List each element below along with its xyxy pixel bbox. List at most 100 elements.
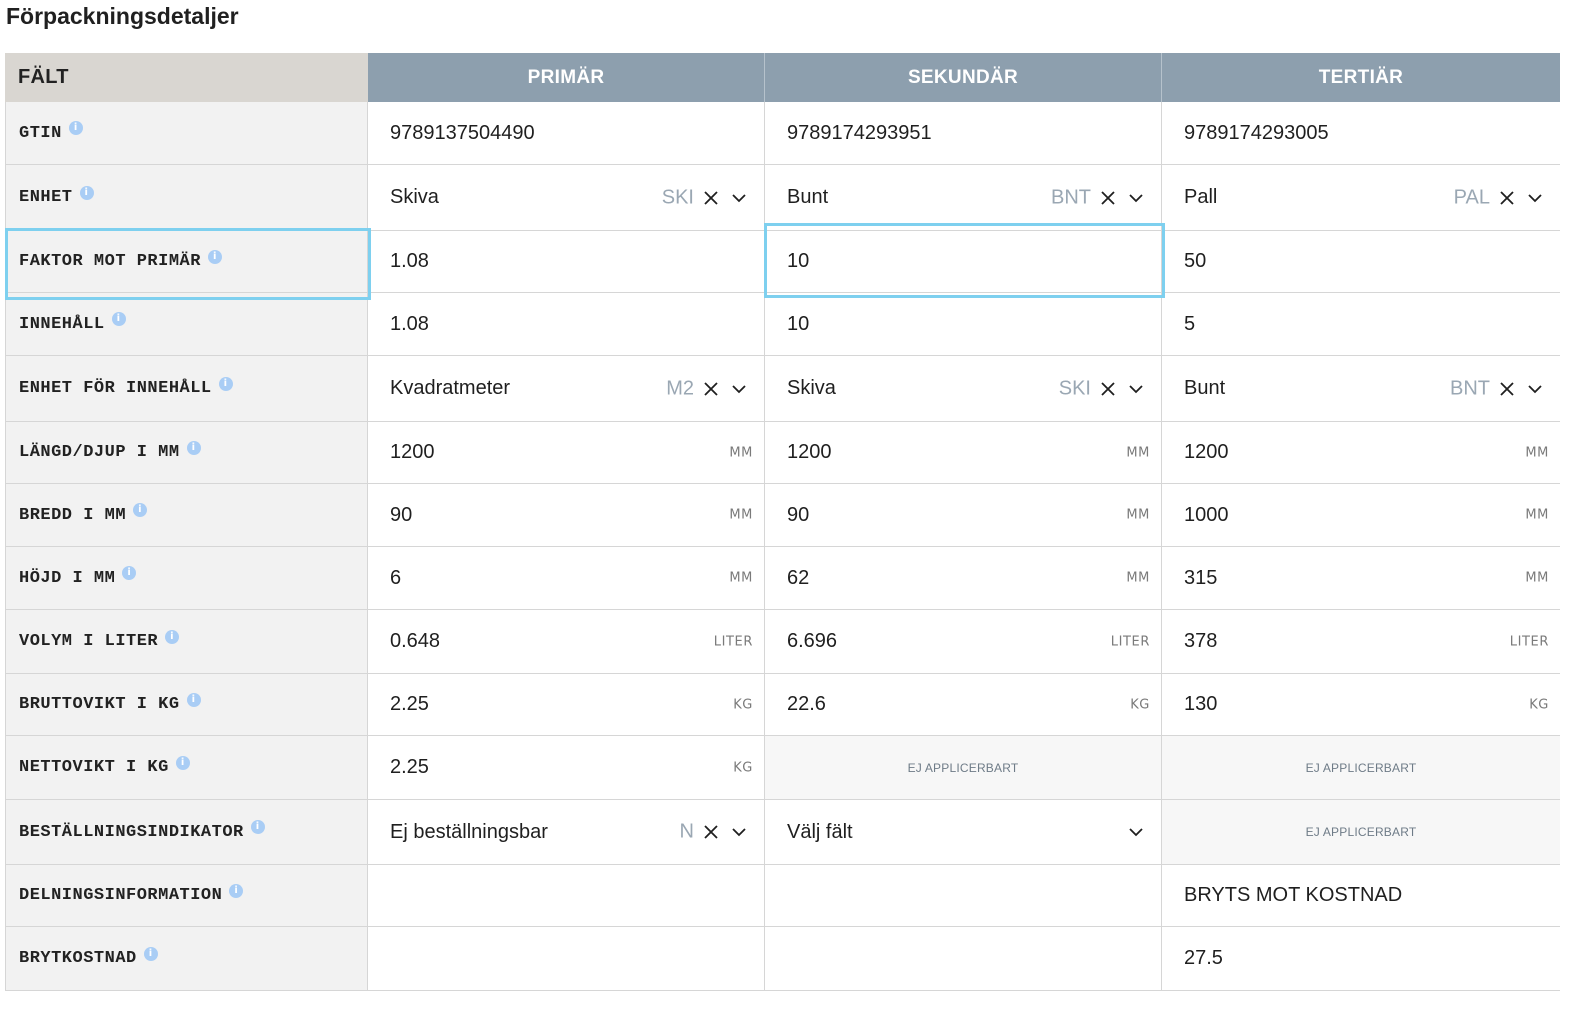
row-label: ENHET FÖR INNEHÅLL i [5,356,368,422]
cell-tertiary: EJ APPLICERBART [1162,736,1560,800]
cell-secondary[interactable]: 90 MM [765,484,1162,547]
cell-primary[interactable]: Kvadratmeter M2 [368,356,765,422]
chevron-down-icon[interactable] [1527,190,1543,206]
unit-label: MM [1525,507,1549,523]
cell-primary[interactable]: 1200 MM [368,422,765,484]
select-value: Bunt [787,186,829,208]
select-code: SKI [1058,377,1091,399]
clear-icon[interactable] [703,381,719,397]
info-icon[interactable]: i [122,566,137,580]
cell-primary[interactable]: 9789137504490 [368,102,765,165]
unit-label: MM [1126,507,1150,523]
info-icon[interactable]: i [218,376,233,391]
input-value: 62 [787,566,810,589]
row-label: NETTOVIKT I KG i [5,736,368,800]
row-label-text: BRUTTOVIKT I KG [19,695,180,714]
cell-tertiary[interactable]: 130 KG [1162,674,1560,736]
input-value: 1.08 [390,312,429,335]
cell-secondary[interactable]: 22.6 KG [765,674,1162,736]
info-icon[interactable]: i [111,312,126,326]
clear-icon[interactable] [1499,381,1515,397]
row-label-text: ENHET [19,188,73,207]
row-label-text: ENHET FÖR INNEHÅLL [19,379,212,398]
cell-tertiary[interactable]: 27.5 [1162,927,1560,991]
cell-secondary[interactable]: 1200 MM [765,422,1162,484]
info-icon[interactable]: i [186,692,201,707]
clear-icon[interactable] [703,824,719,840]
cell-secondary[interactable]: Bunt BNT [765,165,1162,231]
row-label-text: DELNINGSINFORMATION [19,886,223,905]
clear-icon[interactable] [1100,190,1116,206]
chevron-down-icon[interactable] [731,381,747,397]
cell-secondary[interactable]: 9789174293951 [765,102,1162,165]
row-label: BRYTKOSTNAD i [5,927,368,991]
input-value: 1000 [1184,503,1229,526]
chevron-down-icon[interactable] [1128,824,1144,840]
cell-secondary[interactable]: 6.696 LITER [765,610,1162,674]
cell-primary[interactable]: 90 MM [368,484,765,547]
info-icon[interactable]: i [186,440,201,455]
cell-secondary[interactable]: 62 MM [765,547,1162,610]
info-icon[interactable]: i [175,755,190,770]
cell-tertiary[interactable]: BRYTS MOT KOSTNAD [1162,865,1560,927]
header-primary: PRIMÄR [368,53,765,102]
input-value: 9789174293005 [1184,121,1329,144]
cell-tertiary[interactable]: 378 LITER [1162,610,1560,674]
cell-primary[interactable]: Skiva SKI [368,165,765,231]
clear-icon[interactable] [703,190,719,206]
cell-primary[interactable]: 0.648 LITER [368,610,765,674]
chevron-down-icon[interactable] [1128,381,1144,397]
cell-tertiary[interactable]: Bunt BNT [1162,356,1560,422]
unit-label: KG [733,760,753,775]
info-icon[interactable]: i [133,503,148,517]
cell-secondary[interactable] [765,865,1162,927]
cell-primary[interactable]: Ej beställningsbar N [368,800,765,865]
row-label-text: BRYTKOSTNAD [19,949,137,968]
not-applicable-text: EJ APPLICERBART [1305,825,1417,839]
cell-secondary[interactable]: Välj fält [765,800,1162,865]
info-icon[interactable]: i [207,249,222,264]
clear-icon[interactable] [1100,381,1116,397]
cell-primary[interactable]: 2.25 KG [368,736,765,800]
unit-label: KG [1130,697,1150,712]
chevron-down-icon[interactable] [731,190,747,206]
info-icon[interactable]: i [165,629,180,644]
row-label-text: HÖJD I MM [19,568,116,588]
row-label: VOLYM I LITER i [5,610,368,674]
cell-secondary[interactable]: Skiva SKI [765,356,1162,422]
chevron-down-icon[interactable] [1527,381,1543,397]
input-value: 10 [787,250,810,272]
cell-tertiary[interactable]: 1200 MM [1162,422,1560,484]
info-icon[interactable]: i [229,883,244,898]
cell-tertiary[interactable]: 1000 MM [1162,484,1560,547]
cell-primary[interactable] [368,865,765,927]
row-label: BREDD I MM i [5,484,368,547]
clear-icon[interactable] [1499,190,1515,206]
cell-primary[interactable]: 6 MM [368,547,765,610]
info-icon[interactable]: i [68,121,83,135]
select-value: Pall [1184,186,1218,208]
chevron-down-icon[interactable] [1128,190,1144,206]
info-icon[interactable]: i [143,946,158,961]
cell-primary[interactable]: 2.25 KG [368,674,765,736]
cell-tertiary[interactable]: 315 MM [1162,547,1560,610]
row-label-text: BESTÄLLNINGSINDIKATOR [19,822,244,842]
unit-label: MM [1525,570,1549,586]
cell-secondary[interactable]: 10 [765,293,1162,356]
input-value: 9789137504490 [390,121,535,144]
cell-primary[interactable]: 1.08 [368,293,765,356]
info-icon[interactable]: i [250,820,265,834]
cell-tertiary[interactable]: Pall PAL [1162,165,1560,231]
cell-tertiary[interactable]: 9789174293005 [1162,102,1560,165]
info-icon[interactable]: i [79,185,94,200]
cell-secondary[interactable] [765,927,1162,991]
unit-label: MM [1126,570,1150,586]
cell-tertiary[interactable]: 5 [1162,293,1560,356]
cell-secondary[interactable]: 10 [765,231,1162,293]
cell-primary[interactable] [368,927,765,991]
select-code: BNT [1051,186,1091,208]
cell-primary[interactable]: 1.08 [368,231,765,293]
chevron-down-icon[interactable] [731,824,747,840]
cell-tertiary[interactable]: 50 [1162,231,1560,293]
select-value: Kvadratmeter [390,377,511,399]
